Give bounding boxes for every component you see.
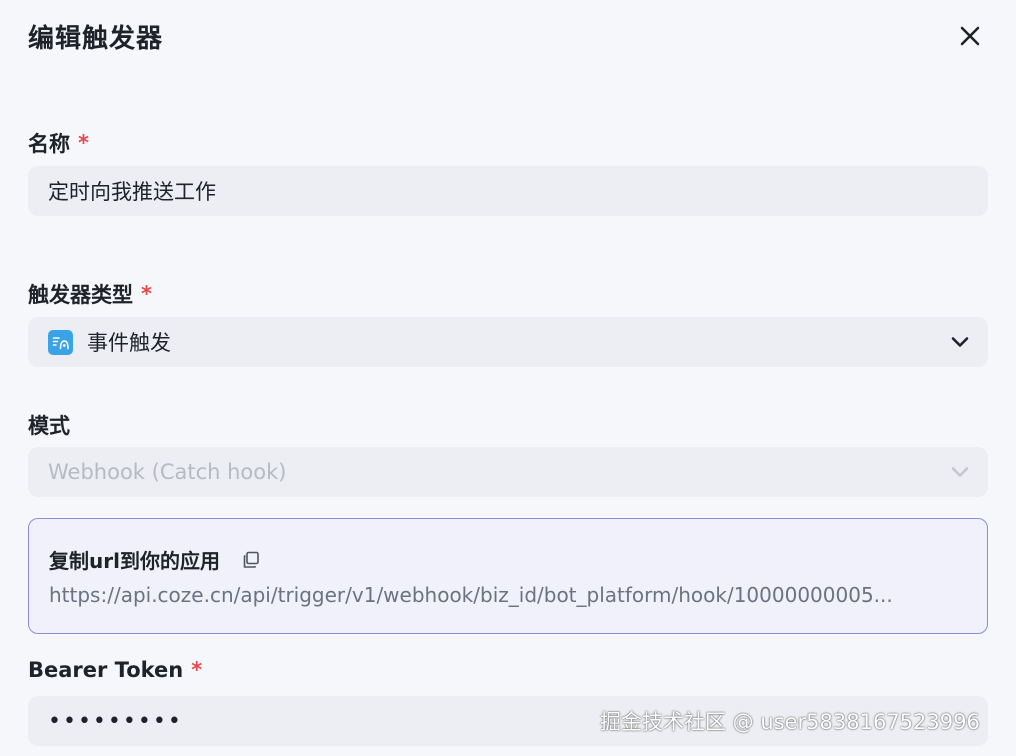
name-label: 名称 * xyxy=(28,128,89,158)
copy-icon[interactable] xyxy=(242,550,262,570)
required-mark: * xyxy=(191,658,203,682)
dialog-title: 编辑触发器 xyxy=(28,24,164,54)
chevron-down-icon xyxy=(948,460,972,484)
trigger-type-value: 事件触发 xyxy=(87,331,171,355)
name-label-text: 名称 xyxy=(28,132,70,156)
close-button[interactable] xyxy=(952,18,988,54)
webhook-url-heading: 复制url到你的应用 xyxy=(49,545,262,574)
chevron-down-icon xyxy=(948,330,972,354)
trigger-type-label-text: 触发器类型 xyxy=(28,283,133,307)
mode-select[interactable]: Webhook (Catch hook) xyxy=(28,447,988,497)
trigger-type-label: 触发器类型 * xyxy=(28,279,152,309)
name-input-value: 定时向我推送工作 xyxy=(48,180,216,204)
watermark: 掘金技术社区 @ user5838167523996 xyxy=(600,710,980,734)
edit-trigger-dialog: 编辑触发器 名称 * 定时向我推送工作 触发器类型 * 事件触发 模式 Webh… xyxy=(0,0,1016,756)
required-mark: * xyxy=(141,282,152,306)
mode-label-text: 模式 xyxy=(28,414,70,438)
mode-label: 模式 xyxy=(28,410,70,440)
close-icon xyxy=(960,26,980,46)
required-mark: * xyxy=(78,131,89,155)
webhook-url-panel: 复制url到你的应用 https://api.coze.cn/api/trigg… xyxy=(28,518,988,634)
webhook-url-title: 复制url到你的应用 xyxy=(49,549,220,573)
mode-value: Webhook (Catch hook) xyxy=(48,460,287,484)
name-input[interactable]: 定时向我推送工作 xyxy=(28,166,988,216)
webhook-url-text: https://api.coze.cn/api/trigger/v1/webho… xyxy=(49,583,893,607)
event-trigger-icon xyxy=(48,329,73,355)
bearer-token-label: Bearer Token * xyxy=(28,658,202,682)
bearer-token-value: ••••••••• xyxy=(48,708,183,734)
bearer-token-label-text: Bearer Token xyxy=(28,658,184,682)
trigger-type-select[interactable]: 事件触发 xyxy=(28,317,988,367)
